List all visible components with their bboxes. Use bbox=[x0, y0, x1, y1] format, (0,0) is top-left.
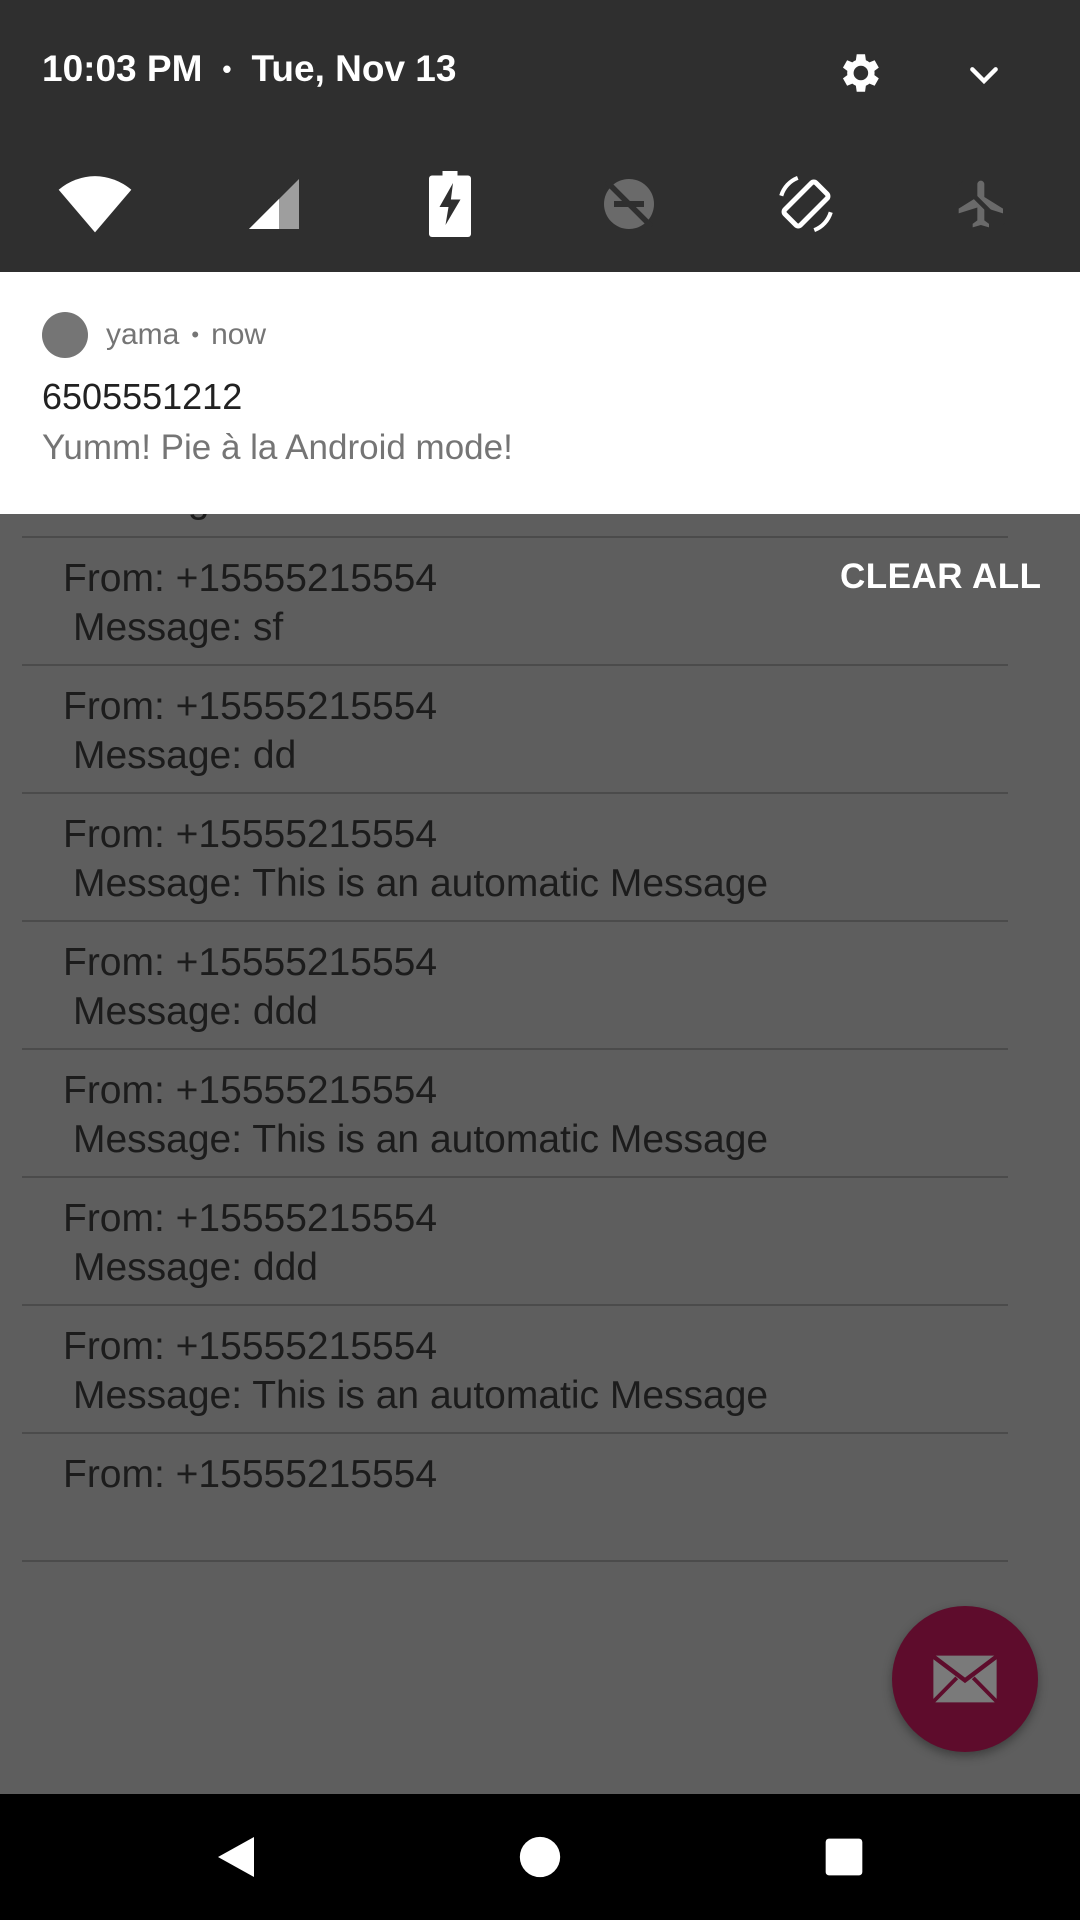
notification-title: 6505551212 bbox=[42, 376, 243, 417]
back-icon bbox=[218, 1837, 254, 1877]
list-item[interactable]: From: +15555215554 Message: This is an au… bbox=[22, 1050, 1008, 1178]
message-body: Message: ddd bbox=[73, 990, 318, 1033]
quick-settings-row bbox=[0, 164, 1080, 244]
home-button[interactable] bbox=[510, 1827, 570, 1887]
settings-button[interactable] bbox=[834, 48, 884, 98]
app-icon bbox=[42, 312, 88, 358]
auto-rotate-icon bbox=[779, 175, 833, 233]
list-item[interactable]: From: +15555215554 Message: This is an au… bbox=[22, 794, 1008, 922]
quick-settings-shade: 10:03 PM • Tue, Nov 13 bbox=[0, 0, 1080, 272]
battery-tile[interactable] bbox=[410, 164, 490, 244]
gear-icon bbox=[842, 54, 879, 92]
message-body: Message: dd bbox=[73, 734, 297, 777]
back-button[interactable] bbox=[206, 1827, 266, 1887]
cellular-tile[interactable] bbox=[234, 164, 314, 244]
message-from: From: +15555215554 bbox=[63, 685, 438, 728]
email-icon bbox=[932, 1654, 998, 1703]
message-from: From: +15555215554 bbox=[63, 1325, 438, 1368]
message-from: From: +15555215554 bbox=[63, 1069, 438, 1112]
airplane-mode-icon bbox=[958, 180, 1005, 228]
message-body: Message: This is an automatic Message bbox=[73, 1118, 769, 1161]
message-from: From: +15555215554 bbox=[63, 813, 438, 856]
list-item[interactable]: From: +15555215554 Message: ddd bbox=[22, 922, 1008, 1050]
clear-all-button[interactable]: CLEAR ALL bbox=[840, 557, 1042, 597]
wifi-tile[interactable] bbox=[55, 164, 135, 244]
notification-text: Yumm! Pie à la Android mode! bbox=[42, 428, 513, 467]
expand-button[interactable] bbox=[964, 56, 1004, 96]
compose-fab[interactable] bbox=[892, 1606, 1038, 1752]
navigation-bar bbox=[0, 1794, 1080, 1920]
recents-button[interactable] bbox=[814, 1827, 874, 1887]
dnd-tile[interactable] bbox=[589, 164, 669, 244]
message-from: From: +15555215554 bbox=[63, 1197, 438, 1240]
message-body: Message: ddd bbox=[73, 1246, 318, 1289]
notification-card[interactable]: yama • now 6505551212 Yumm! Pie à la And… bbox=[0, 272, 1080, 514]
message-body: Message: sf bbox=[73, 606, 284, 649]
message-body: Message: This is an automatic Message bbox=[73, 1374, 769, 1417]
list-item[interactable]: From: +15555215554Message: fs bbox=[22, 514, 1008, 538]
notification-separator: • bbox=[191, 322, 200, 347]
chevron-down-icon bbox=[970, 67, 998, 85]
list-item[interactable]: From: +15555215554 bbox=[22, 1434, 1008, 1562]
list-item[interactable]: From: +15555215554 Message: dd bbox=[22, 666, 1008, 794]
list-item[interactable]: From: +15555215554 Message: ddd bbox=[22, 1178, 1008, 1306]
wifi-icon bbox=[58, 176, 132, 233]
clock: 10:03 PM bbox=[42, 48, 203, 89]
message-list: From: +15555215554Message: fsFrom: +1555… bbox=[22, 514, 1008, 1562]
header-separator: • bbox=[222, 53, 232, 84]
notification-time: now bbox=[211, 318, 267, 351]
message-body: Message: This is an automatic Message bbox=[73, 862, 769, 905]
message-body: Message: fs bbox=[63, 514, 1008, 524]
message-from: From: +15555215554 bbox=[63, 941, 438, 984]
home-icon bbox=[519, 1836, 561, 1878]
date: Tue, Nov 13 bbox=[251, 48, 457, 89]
notification-app-name: yama bbox=[106, 318, 180, 351]
message-from: From: +15555215554 bbox=[63, 1453, 438, 1496]
do-not-disturb-off-icon bbox=[604, 179, 654, 229]
airplane-tile[interactable] bbox=[942, 164, 1022, 244]
list-item[interactable]: From: +15555215554 Message: This is an au… bbox=[22, 1306, 1008, 1434]
cellular-signal-icon bbox=[249, 179, 299, 229]
message-list-area: From: +15555215554Message: fsFrom: +1555… bbox=[0, 514, 1080, 1794]
recents-icon bbox=[825, 1838, 863, 1876]
status-header: 10:03 PM • Tue, Nov 13 bbox=[42, 44, 456, 94]
battery-charging-icon bbox=[429, 171, 471, 237]
notification-header: yama • now bbox=[42, 312, 266, 358]
rotate-tile[interactable] bbox=[766, 164, 846, 244]
